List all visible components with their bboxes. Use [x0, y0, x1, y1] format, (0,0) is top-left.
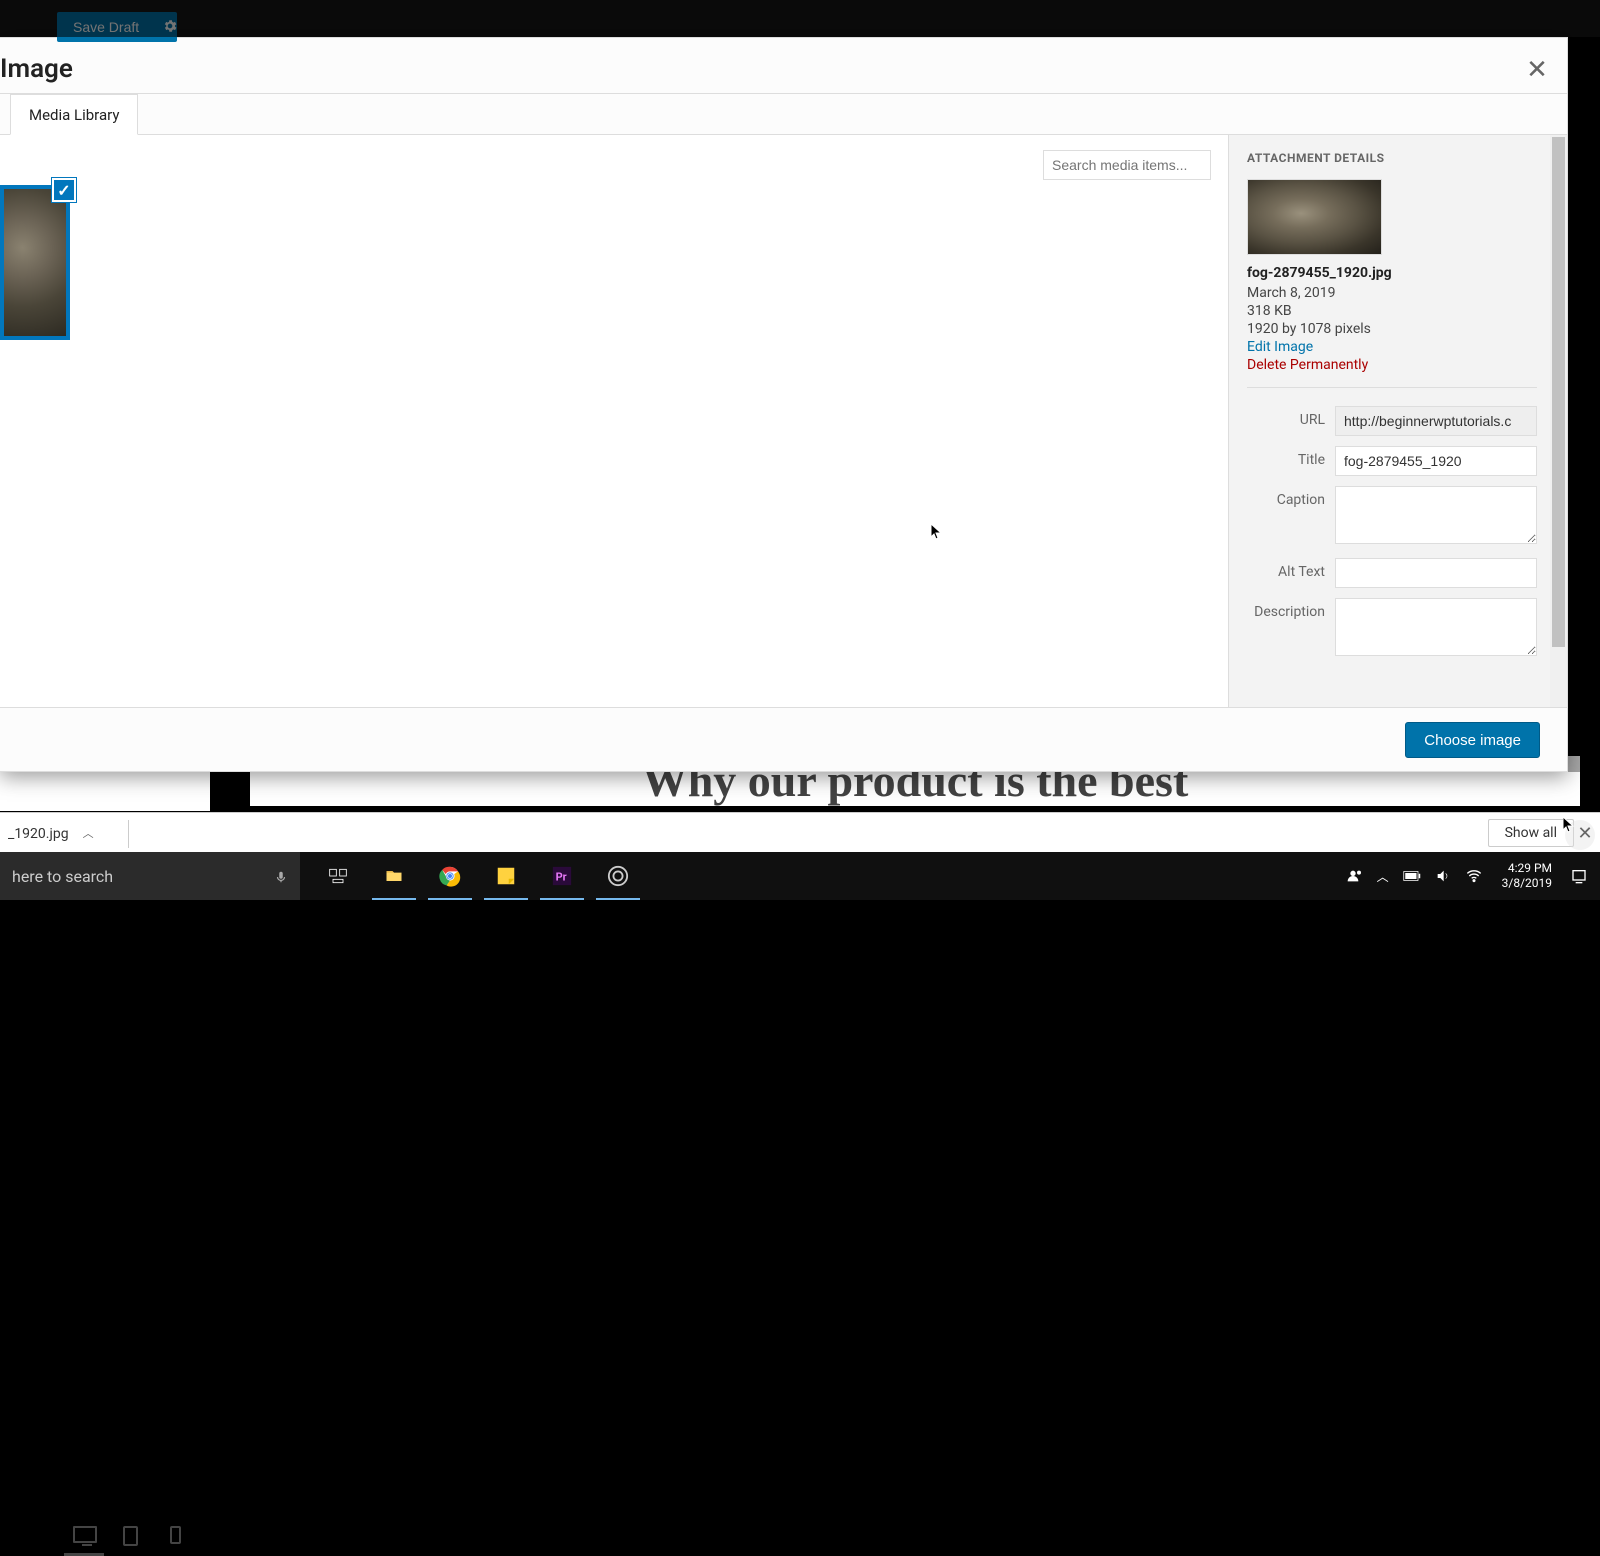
attachment-details-panel: ATTACHMENT DETAILS fog-2879455_1920.jpg … [1228, 135, 1553, 735]
chrome-icon[interactable] [422, 852, 478, 900]
sticky-notes-icon[interactable] [478, 852, 534, 900]
modal-title: Image [0, 54, 73, 84]
volume-icon[interactable] [1435, 868, 1451, 884]
details-scrollbar[interactable]: ▼ [1550, 135, 1567, 735]
label-title: Title [1247, 446, 1335, 468]
media-thumbnail-selected[interactable]: ✓ [0, 185, 70, 340]
chevron-up-icon[interactable]: ︿ [83, 820, 94, 848]
modal-footer: Choose image [0, 707, 1567, 771]
gear-icon[interactable] [162, 18, 178, 34]
desktop-icon[interactable] [73, 1526, 97, 1543]
wifi-icon[interactable] [1465, 868, 1483, 884]
file-explorer-icon[interactable] [366, 852, 422, 900]
downloads-bar: _1920.jpg ︿ Show all ✕ [0, 812, 1600, 852]
field-caption: Caption [1247, 486, 1537, 548]
field-alt: Alt Text [1247, 558, 1537, 588]
mobile-icon[interactable] [170, 1526, 181, 1544]
input-caption[interactable] [1335, 486, 1537, 544]
field-title: Title [1247, 446, 1537, 476]
close-icon[interactable]: ✕ [1519, 52, 1555, 88]
svg-text:Pr: Pr [556, 871, 567, 884]
attachment-filename: fog-2879455_1920.jpg [1247, 265, 1537, 281]
people-icon[interactable] [1347, 868, 1363, 884]
download-filename: _1920.jpg [8, 820, 69, 848]
label-description: Description [1247, 598, 1335, 620]
taskbar-search[interactable]: here to search [0, 852, 300, 900]
input-url[interactable] [1335, 406, 1537, 436]
attachment-dimensions: 1920 by 1078 pixels [1247, 321, 1537, 337]
taskbar-apps: Pr [310, 852, 646, 900]
edit-image-link[interactable]: Edit Image [1247, 339, 1537, 355]
modal-header: Image ✕ [0, 38, 1567, 94]
input-description[interactable] [1335, 598, 1537, 656]
save-draft-button[interactable]: Save Draft [57, 12, 177, 42]
premiere-icon[interactable]: Pr [534, 852, 590, 900]
show-all-button[interactable]: Show all [1488, 819, 1574, 847]
window-topbar [0, 0, 1600, 37]
label-url: URL [1247, 406, 1335, 428]
taskbar-date: 3/8/2019 [1502, 876, 1552, 891]
field-url: URL [1247, 406, 1537, 436]
attachment-size: 318 KB [1247, 303, 1537, 319]
delete-permanently-link[interactable]: Delete Permanently [1247, 357, 1537, 373]
media-grid: ✓ [0, 135, 1228, 735]
attachment-date: March 8, 2019 [1247, 285, 1537, 301]
field-description: Description [1247, 598, 1537, 660]
taskbar-time: 4:29 PM [1502, 861, 1552, 876]
tray-chevron-up-icon[interactable]: ︿ [1377, 868, 1389, 885]
tablet-icon[interactable] [123, 1526, 138, 1546]
media-modal: Image ✕ Media Library ✓ ATTACHMENT DETAI… [0, 37, 1568, 772]
attachment-details-heading: ATTACHMENT DETAILS [1247, 151, 1537, 165]
check-icon: ✓ [52, 178, 76, 202]
input-alt[interactable] [1335, 558, 1537, 588]
input-title[interactable] [1335, 446, 1537, 476]
system-tray: ︿ 4:29 PM 3/8/2019 [1340, 852, 1594, 900]
battery-icon[interactable] [1403, 870, 1421, 882]
choose-image-button[interactable]: Choose image [1405, 722, 1540, 758]
label-caption: Caption [1247, 486, 1335, 508]
taskbar: here to search Pr ︿ [0, 852, 1600, 900]
download-item[interactable]: _1920.jpg ︿ [0, 820, 129, 848]
modal-tabs: Media Library [0, 94, 1567, 136]
notifications-icon[interactable] [1571, 868, 1587, 884]
obs-icon[interactable] [590, 852, 646, 900]
scrollbar-thumb[interactable] [1552, 137, 1565, 647]
close-downloads-icon[interactable]: ✕ [1574, 823, 1596, 845]
taskbar-clock[interactable]: 4:29 PM 3/8/2019 [1502, 861, 1552, 891]
search-input[interactable] [1043, 150, 1211, 180]
tab-media-library[interactable]: Media Library [10, 94, 138, 135]
selected-check-badge[interactable]: ✓ [51, 177, 77, 203]
divider [1247, 387, 1537, 388]
task-view-icon[interactable] [310, 852, 366, 900]
attachment-preview-thumb [1247, 179, 1382, 255]
mic-icon[interactable] [274, 867, 288, 887]
label-alt: Alt Text [1247, 558, 1335, 580]
